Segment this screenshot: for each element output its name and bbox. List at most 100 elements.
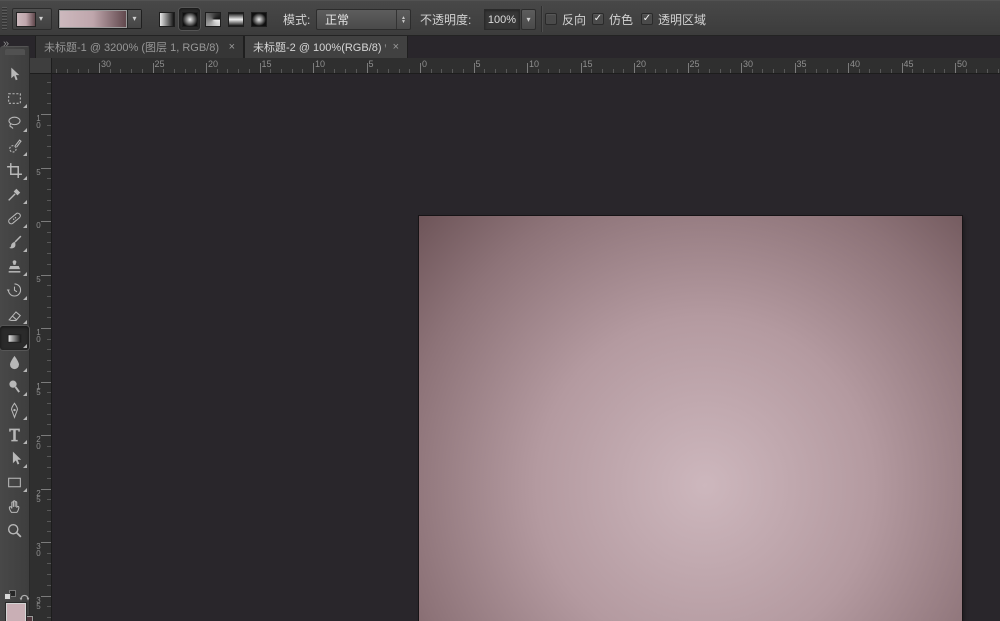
- ruler-tick: [47, 403, 51, 404]
- dither-checkbox[interactable]: ✓: [592, 13, 604, 25]
- ruler-tick: [41, 435, 51, 436]
- crop-tool[interactable]: [0, 158, 29, 182]
- default-colors-icon[interactable]: [4, 590, 18, 602]
- ruler-tick: [47, 467, 51, 468]
- vertical-ruler[interactable]: 10505101520253035: [30, 74, 52, 621]
- gradient-icon: [6, 330, 23, 347]
- ruler-tick: [805, 69, 806, 73]
- ruler-label: 5: [369, 59, 374, 69]
- ruler-tick: [570, 69, 571, 73]
- ruler-tick: [195, 69, 196, 73]
- ruler-label: 10: [529, 59, 539, 69]
- zoom-tool[interactable]: [0, 518, 29, 542]
- eyedropper-tool[interactable]: [0, 182, 29, 206]
- foreground-color-swatch[interactable]: [6, 603, 26, 621]
- ruler-tick: [47, 553, 51, 554]
- hand-tool[interactable]: [0, 494, 29, 518]
- brush-tool[interactable]: [0, 230, 29, 254]
- options-bar-grip[interactable]: [2, 7, 7, 31]
- lasso-tool[interactable]: [0, 110, 29, 134]
- document-canvas[interactable]: [419, 216, 962, 621]
- rectangular-marquee-tool[interactable]: [0, 86, 29, 110]
- angle-gradient-button[interactable]: [202, 8, 223, 30]
- dodge-tool[interactable]: [0, 374, 29, 398]
- ruler-tick: [47, 242, 51, 243]
- ruler-tick: [495, 69, 496, 73]
- ruler-tick: [431, 69, 432, 73]
- eraser-tool[interactable]: [0, 302, 29, 326]
- ruler-tick: [47, 103, 51, 104]
- ruler-tick: [709, 69, 710, 73]
- blur-tool[interactable]: [0, 350, 29, 374]
- dodge-icon: [6, 378, 23, 395]
- opacity-label: 不透明度:: [420, 1, 471, 37]
- gradient-editor-preview[interactable]: ▾: [58, 9, 142, 29]
- gradient-tool[interactable]: [0, 326, 29, 350]
- default-foreground-square: [4, 593, 11, 600]
- path-selection-tool[interactable]: [0, 446, 29, 470]
- history-brush-tool[interactable]: [0, 278, 29, 302]
- ruler-tick: [688, 63, 689, 73]
- ruler-tick: [41, 275, 51, 276]
- linear-gradient-button[interactable]: [156, 8, 177, 30]
- rectangle-icon: [6, 474, 23, 491]
- pen-tool[interactable]: [0, 398, 29, 422]
- ruler-origin-corner[interactable]: [30, 58, 52, 74]
- ruler-tick: [47, 478, 51, 479]
- ruler-tick: [47, 424, 51, 425]
- close-icon[interactable]: ×: [229, 41, 235, 53]
- flyout-triangle-icon: [23, 368, 27, 372]
- horizontal-ruler[interactable]: 3025201510505101520253035404550: [52, 58, 1000, 74]
- tool-preset-picker[interactable]: ▾: [12, 8, 52, 30]
- ruler-tick: [47, 157, 51, 158]
- ruler-tick: [869, 69, 870, 73]
- document-tab-untitled-1[interactable]: 未标题-1 @ 3200% (图层 1, RGB/8) * ×: [35, 36, 244, 58]
- opacity-input[interactable]: 100%: [484, 9, 520, 30]
- eraser-icon: [6, 306, 23, 323]
- ruler-tick: [41, 168, 51, 169]
- dither-checkbox-label[interactable]: 仿色: [609, 1, 633, 37]
- ruler-tick: [998, 69, 999, 73]
- ruler-tick: [591, 69, 592, 73]
- reverse-checkbox-label[interactable]: 反向: [562, 1, 586, 37]
- type-tool[interactable]: [0, 422, 29, 446]
- stepper-down-icon: ▼: [401, 20, 406, 24]
- clone-stamp-tool[interactable]: [0, 254, 29, 278]
- radial-gradient-button[interactable]: [179, 8, 200, 30]
- opacity-dropdown-arrow[interactable]: ▾: [521, 9, 536, 30]
- ruler-label: 50: [957, 59, 967, 69]
- quick-selection-tool[interactable]: [0, 134, 29, 158]
- transparency-checkbox[interactable]: ✓: [641, 13, 653, 25]
- ruler-tick: [506, 69, 507, 73]
- ruler-tick: [47, 125, 51, 126]
- ruler-tick: [47, 371, 51, 372]
- ruler-tick: [773, 69, 774, 73]
- ruler-tick: [367, 63, 368, 73]
- gradient-picker-arrow[interactable]: ▾: [127, 10, 141, 28]
- gradient-type-button-group: [156, 8, 269, 30]
- move-tool[interactable]: [0, 62, 29, 86]
- rectangle-tool[interactable]: [0, 470, 29, 494]
- rectangular-marquee-icon: [6, 90, 23, 107]
- ruler-label: 0: [34, 223, 43, 230]
- blend-mode-select[interactable]: 正常 ▲ ▼: [316, 9, 411, 30]
- tools-panel-grip[interactable]: [5, 49, 25, 55]
- document-tab-untitled-2[interactable]: 未标题-2 @ 100%(RGB/8) * ×: [244, 36, 408, 58]
- ruler-tick: [270, 69, 271, 73]
- reflected-gradient-button[interactable]: [225, 8, 246, 30]
- ruler-tick: [47, 146, 51, 147]
- tab-title: 未标题-1 @ 3200% (图层 1, RGB/8) *: [44, 39, 222, 55]
- photoshop-window: ▾ ▾ 模式: 正常 ▲ ▼ 不透明度: 100% ▾ 反向 ✓ 仿色 ✓ 透明…: [0, 0, 1000, 621]
- ruler-label: 40: [850, 59, 860, 69]
- tools-panel: [0, 46, 30, 621]
- flyout-triangle-icon: [23, 416, 27, 420]
- spot-healing-brush-tool[interactable]: [0, 206, 29, 230]
- stepper-arrows-icon[interactable]: ▲ ▼: [396, 10, 410, 29]
- close-icon[interactable]: ×: [393, 41, 399, 53]
- ruler-tick: [47, 200, 51, 201]
- ruler-label: 25: [34, 491, 43, 504]
- reverse-checkbox[interactable]: [545, 13, 557, 25]
- diamond-gradient-button[interactable]: [248, 8, 269, 30]
- ruler-label: 35: [34, 598, 43, 611]
- transparency-checkbox-label[interactable]: 透明区域: [658, 1, 706, 37]
